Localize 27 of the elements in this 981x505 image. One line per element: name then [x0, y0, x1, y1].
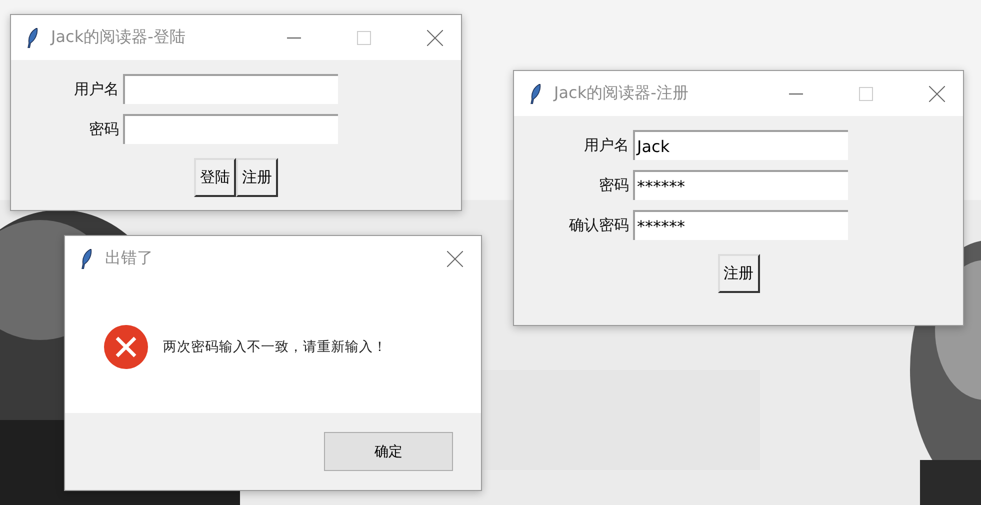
ok-button[interactable]: 确定: [324, 432, 453, 471]
window-title: 出错了: [105, 248, 153, 269]
form-button[interactable]: 注册: [236, 158, 278, 197]
form-button[interactable]: 注册: [718, 254, 760, 293]
close-icon[interactable]: [929, 86, 945, 102]
close-icon[interactable]: [447, 250, 463, 266]
feather-icon: [27, 28, 39, 48]
error-icon: [103, 324, 149, 370]
input-field[interactable]: ******: [633, 210, 848, 240]
field-label: 用户名: [74, 80, 119, 98]
feather-icon: [81, 248, 93, 268]
close-icon[interactable]: [427, 30, 443, 46]
input-field[interactable]: [123, 114, 338, 144]
feather-icon: [530, 84, 542, 104]
input-field[interactable]: ******: [633, 170, 848, 200]
window-title: Jack的阅读器-登陆: [51, 27, 186, 48]
form-button[interactable]: 登陆: [194, 158, 236, 197]
minimize-icon[interactable]: [287, 36, 301, 38]
field-label: 用户名: [583, 136, 629, 154]
field-label: 确认密码: [569, 216, 629, 234]
field-label: 密码: [88, 120, 119, 138]
minimize-icon[interactable]: [789, 92, 803, 94]
input-field[interactable]: [123, 74, 338, 104]
input-field[interactable]: Jack: [633, 130, 848, 160]
window-title: Jack的阅读器-注册: [554, 83, 688, 104]
field-label: 密码: [598, 176, 629, 194]
error-message: 两次密码输入不一致，请重新输入！: [163, 338, 387, 356]
